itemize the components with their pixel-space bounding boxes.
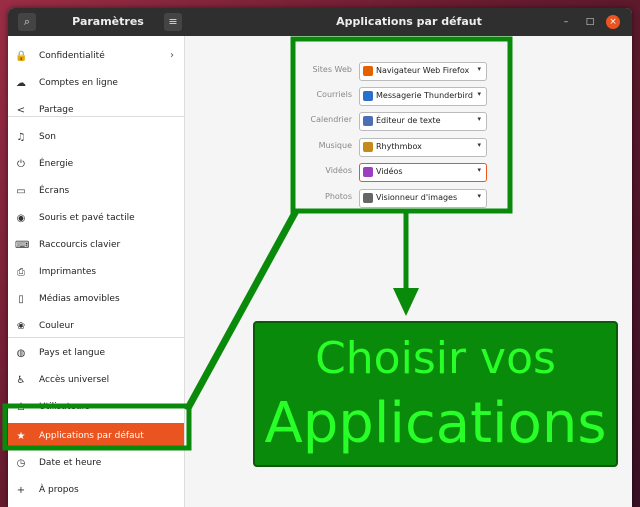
highlight-frame-options — [290, 36, 513, 214]
highlight-frame-sidebar-item — [2, 403, 192, 451]
callout-box: Choisir vos Applications — [253, 321, 618, 467]
callout-line-2: Applications — [264, 391, 607, 456]
callout-line-1: Choisir vos — [315, 333, 556, 384]
arrow-head-icon — [393, 288, 419, 316]
